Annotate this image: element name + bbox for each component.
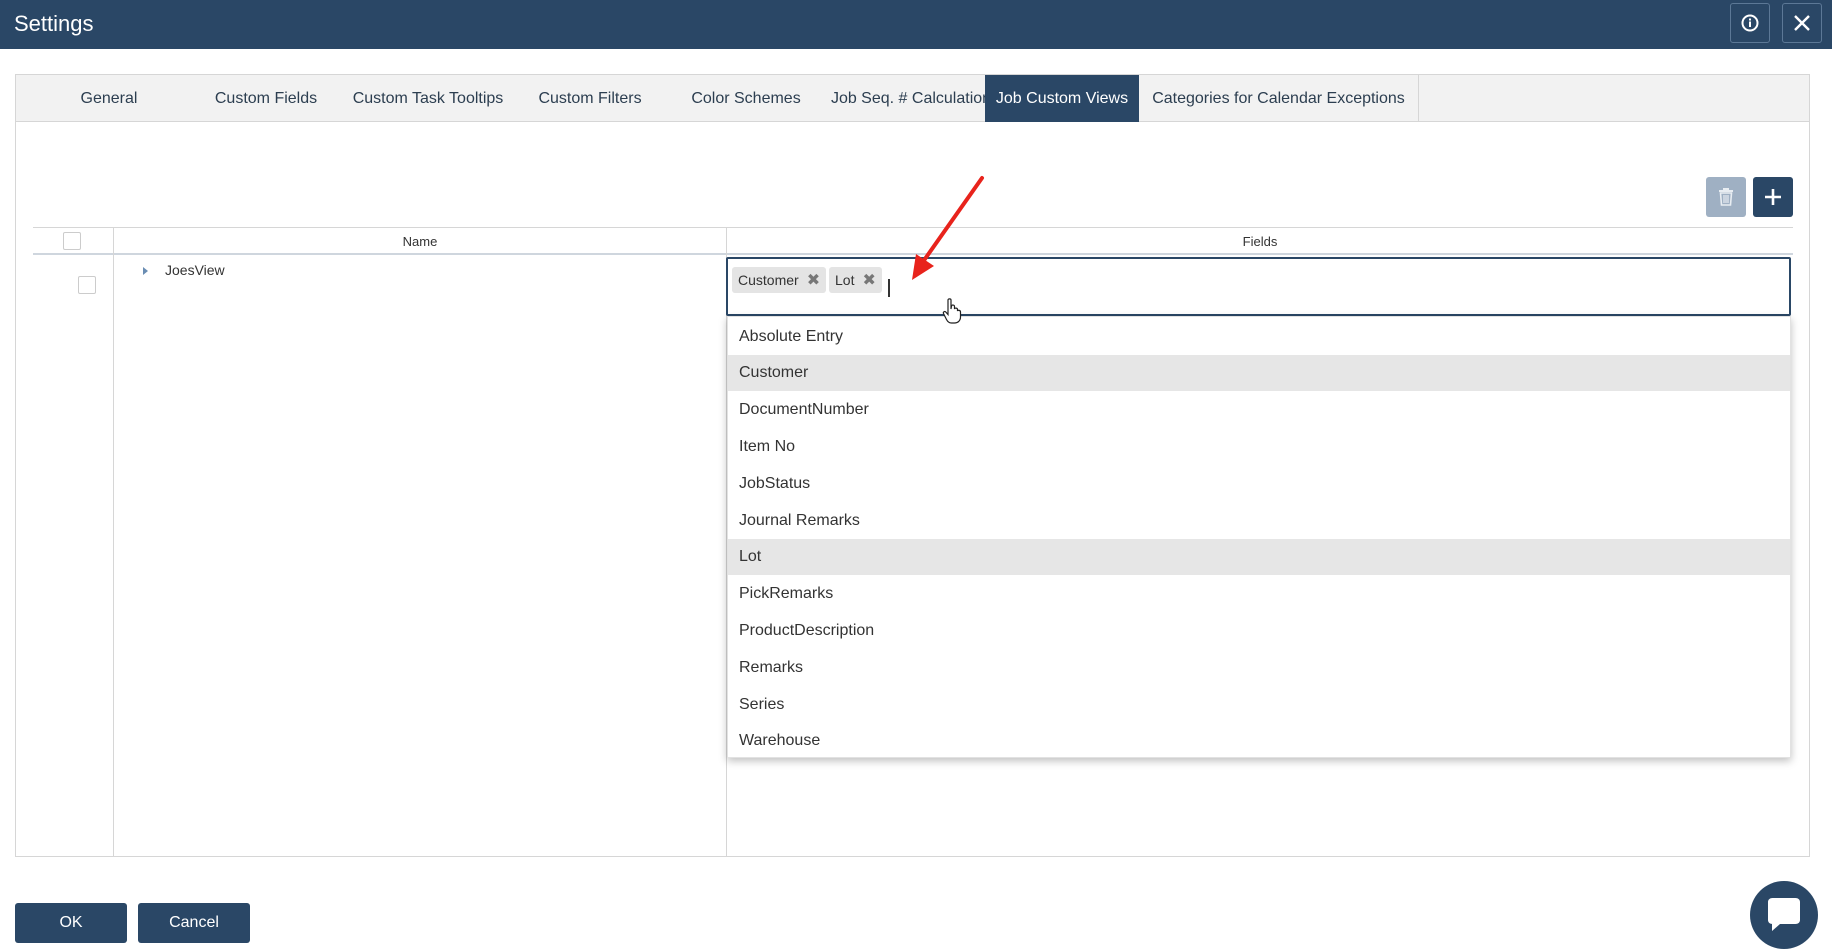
expand-arrow-icon[interactable]: [143, 267, 148, 275]
remove-chip-icon[interactable]: ✖: [862, 270, 875, 290]
info-button[interactable]: [1730, 3, 1770, 43]
dropdown-option[interactable]: Lot: [728, 539, 1790, 575]
ok-button[interactable]: OK: [15, 903, 127, 943]
tab-job-custom-views[interactable]: Job Custom Views: [985, 75, 1139, 122]
chip-label: Lot: [835, 272, 855, 288]
plus-icon: [1765, 189, 1781, 205]
column-header-fields[interactable]: Fields: [726, 228, 1793, 255]
dropdown-option[interactable]: Journal Remarks: [728, 503, 1790, 539]
dropdown-option[interactable]: Series: [728, 687, 1790, 723]
trash-icon: [1719, 188, 1733, 206]
column-divider: [113, 255, 114, 857]
window-title: Settings: [14, 11, 94, 36]
remove-chip-icon[interactable]: ✖: [807, 270, 820, 290]
field-chip: Lot ✖: [829, 267, 882, 293]
dropdown-option[interactable]: Warehouse: [728, 723, 1790, 759]
dropdown-option[interactable]: PickRemarks: [728, 576, 1790, 612]
dropdown-option[interactable]: Absolute Entry: [728, 319, 1790, 355]
close-button[interactable]: [1782, 3, 1822, 43]
dropdown-option[interactable]: DocumentNumber: [728, 392, 1790, 428]
add-button[interactable]: [1753, 177, 1793, 217]
dropdown-option[interactable]: Item No: [728, 429, 1790, 465]
fields-multiselect[interactable]: Customer ✖ Lot ✖: [726, 257, 1791, 316]
chat-icon: [1768, 898, 1800, 931]
field-chip: Customer ✖: [732, 267, 827, 293]
tab-custom-filters[interactable]: Custom Filters: [520, 75, 660, 122]
row-checkbox[interactable]: [78, 276, 96, 294]
select-all-checkbox[interactable]: [63, 232, 81, 250]
tab-general[interactable]: General: [36, 75, 182, 122]
fields-dropdown-list: Absolute Entry Customer DocumentNumber I…: [727, 316, 1791, 758]
text-caret: [888, 279, 890, 297]
chip-label: Customer: [738, 272, 799, 288]
info-icon: [1741, 14, 1759, 32]
chat-button[interactable]: [1750, 881, 1818, 949]
dropdown-option[interactable]: ProductDescription: [728, 613, 1790, 649]
dropdown-option[interactable]: JobStatus: [728, 466, 1790, 502]
annotation-arrow: [912, 176, 984, 280]
cancel-button[interactable]: Cancel: [138, 903, 250, 943]
tab-custom-task-tooltips[interactable]: Custom Task Tooltips: [342, 75, 514, 122]
close-icon: [1794, 15, 1810, 31]
tab-categories-calendar-exceptions[interactable]: Categories for Calendar Exceptions: [1139, 75, 1419, 122]
dropdown-option[interactable]: Remarks: [728, 650, 1790, 686]
dropdown-option[interactable]: Customer: [728, 355, 1790, 391]
tab-job-seq-calculation[interactable]: Job Seq. # Calculation: [818, 75, 1004, 122]
title-bar: Settings: [0, 0, 1832, 49]
tab-color-schemes[interactable]: Color Schemes: [676, 75, 816, 122]
tab-bar: General Custom Fields Custom Task Toolti…: [16, 75, 1809, 122]
tab-custom-fields[interactable]: Custom Fields: [196, 75, 336, 122]
row-name-cell: JoesView: [165, 262, 225, 278]
column-header-name[interactable]: Name: [113, 228, 726, 255]
delete-button[interactable]: [1706, 177, 1746, 217]
hand-cursor-icon: [942, 298, 962, 324]
